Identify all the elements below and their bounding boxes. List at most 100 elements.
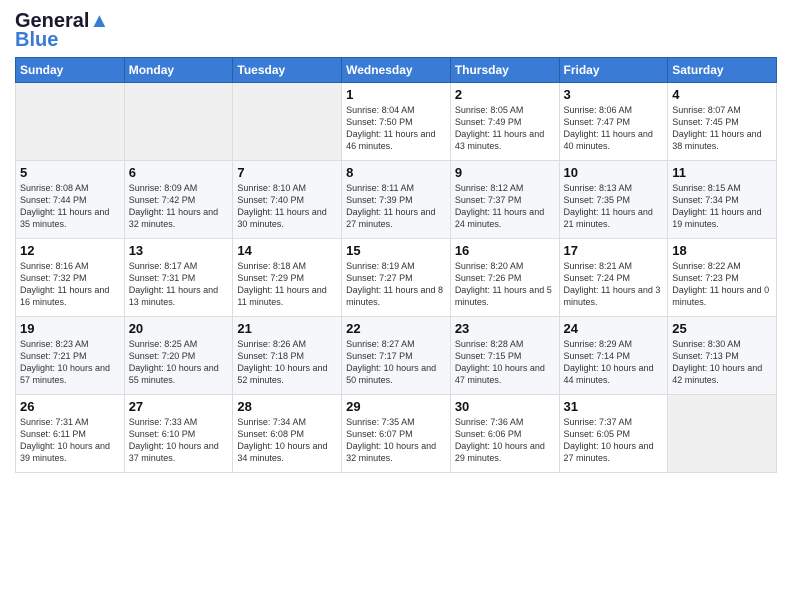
cell-info: Sunrise: 8:15 AMSunset: 7:34 PMDaylight:… xyxy=(672,182,772,231)
day-number: 19 xyxy=(20,321,120,336)
weekday-header-thursday: Thursday xyxy=(450,58,559,83)
day-number: 8 xyxy=(346,165,446,180)
cell-info: Sunrise: 7:33 AMSunset: 6:10 PMDaylight:… xyxy=(129,416,229,465)
cell-info: Sunrise: 8:18 AMSunset: 7:29 PMDaylight:… xyxy=(237,260,337,309)
day-cell: 12 Sunrise: 8:16 AMSunset: 7:32 PMDaylig… xyxy=(16,239,125,317)
cell-info: Sunrise: 7:34 AMSunset: 6:08 PMDaylight:… xyxy=(237,416,337,465)
day-number: 13 xyxy=(129,243,229,258)
cell-info: Sunrise: 8:22 AMSunset: 7:23 PMDaylight:… xyxy=(672,260,772,309)
cell-info: Sunrise: 8:29 AMSunset: 7:14 PMDaylight:… xyxy=(564,338,664,387)
cell-info: Sunrise: 8:28 AMSunset: 7:15 PMDaylight:… xyxy=(455,338,555,387)
day-cell: 1 Sunrise: 8:04 AMSunset: 7:50 PMDayligh… xyxy=(342,83,451,161)
cell-info: Sunrise: 8:26 AMSunset: 7:18 PMDaylight:… xyxy=(237,338,337,387)
day-cell: 13 Sunrise: 8:17 AMSunset: 7:31 PMDaylig… xyxy=(124,239,233,317)
day-number: 11 xyxy=(672,165,772,180)
weekday-header-tuesday: Tuesday xyxy=(233,58,342,83)
day-number: 21 xyxy=(237,321,337,336)
day-number: 28 xyxy=(237,399,337,414)
cell-info: Sunrise: 7:36 AMSunset: 6:06 PMDaylight:… xyxy=(455,416,555,465)
cell-info: Sunrise: 8:17 AMSunset: 7:31 PMDaylight:… xyxy=(129,260,229,309)
cell-info: Sunrise: 8:21 AMSunset: 7:24 PMDaylight:… xyxy=(564,260,664,309)
day-number: 24 xyxy=(564,321,664,336)
day-cell xyxy=(668,395,777,473)
day-number: 30 xyxy=(455,399,555,414)
cell-info: Sunrise: 8:25 AMSunset: 7:20 PMDaylight:… xyxy=(129,338,229,387)
day-cell: 19 Sunrise: 8:23 AMSunset: 7:21 PMDaylig… xyxy=(16,317,125,395)
cell-info: Sunrise: 7:35 AMSunset: 6:07 PMDaylight:… xyxy=(346,416,446,465)
day-cell: 25 Sunrise: 8:30 AMSunset: 7:13 PMDaylig… xyxy=(668,317,777,395)
day-number: 26 xyxy=(20,399,120,414)
day-cell: 17 Sunrise: 8:21 AMSunset: 7:24 PMDaylig… xyxy=(559,239,668,317)
day-cell: 23 Sunrise: 8:28 AMSunset: 7:15 PMDaylig… xyxy=(450,317,559,395)
cell-info: Sunrise: 7:37 AMSunset: 6:05 PMDaylight:… xyxy=(564,416,664,465)
weekday-header-saturday: Saturday xyxy=(668,58,777,83)
day-cell: 24 Sunrise: 8:29 AMSunset: 7:14 PMDaylig… xyxy=(559,317,668,395)
day-number: 1 xyxy=(346,87,446,102)
day-number: 3 xyxy=(564,87,664,102)
week-row-2: 12 Sunrise: 8:16 AMSunset: 7:32 PMDaylig… xyxy=(16,239,777,317)
day-cell: 26 Sunrise: 7:31 AMSunset: 6:11 PMDaylig… xyxy=(16,395,125,473)
day-number: 2 xyxy=(455,87,555,102)
day-number: 14 xyxy=(237,243,337,258)
day-number: 31 xyxy=(564,399,664,414)
cell-info: Sunrise: 8:30 AMSunset: 7:13 PMDaylight:… xyxy=(672,338,772,387)
day-number: 17 xyxy=(564,243,664,258)
day-cell: 18 Sunrise: 8:22 AMSunset: 7:23 PMDaylig… xyxy=(668,239,777,317)
day-number: 10 xyxy=(564,165,664,180)
week-row-4: 26 Sunrise: 7:31 AMSunset: 6:11 PMDaylig… xyxy=(16,395,777,473)
weekday-header-row: SundayMondayTuesdayWednesdayThursdayFrid… xyxy=(16,58,777,83)
day-cell xyxy=(16,83,125,161)
day-cell: 14 Sunrise: 8:18 AMSunset: 7:29 PMDaylig… xyxy=(233,239,342,317)
cell-info: Sunrise: 8:23 AMSunset: 7:21 PMDaylight:… xyxy=(20,338,120,387)
day-cell: 15 Sunrise: 8:19 AMSunset: 7:27 PMDaylig… xyxy=(342,239,451,317)
day-cell: 10 Sunrise: 8:13 AMSunset: 7:35 PMDaylig… xyxy=(559,161,668,239)
day-number: 22 xyxy=(346,321,446,336)
cell-info: Sunrise: 8:09 AMSunset: 7:42 PMDaylight:… xyxy=(129,182,229,231)
day-number: 25 xyxy=(672,321,772,336)
day-cell: 4 Sunrise: 8:07 AMSunset: 7:45 PMDayligh… xyxy=(668,83,777,161)
logo: General▲ Blue xyxy=(15,10,109,51)
day-number: 16 xyxy=(455,243,555,258)
day-cell: 2 Sunrise: 8:05 AMSunset: 7:49 PMDayligh… xyxy=(450,83,559,161)
weekday-header-friday: Friday xyxy=(559,58,668,83)
cell-info: Sunrise: 8:13 AMSunset: 7:35 PMDaylight:… xyxy=(564,182,664,231)
cell-info: Sunrise: 7:31 AMSunset: 6:11 PMDaylight:… xyxy=(20,416,120,465)
day-cell: 7 Sunrise: 8:10 AMSunset: 7:40 PMDayligh… xyxy=(233,161,342,239)
day-cell: 31 Sunrise: 7:37 AMSunset: 6:05 PMDaylig… xyxy=(559,395,668,473)
cell-info: Sunrise: 8:11 AMSunset: 7:39 PMDaylight:… xyxy=(346,182,446,231)
cell-info: Sunrise: 8:20 AMSunset: 7:26 PMDaylight:… xyxy=(455,260,555,309)
day-cell: 3 Sunrise: 8:06 AMSunset: 7:47 PMDayligh… xyxy=(559,83,668,161)
day-number: 9 xyxy=(455,165,555,180)
day-number: 7 xyxy=(237,165,337,180)
day-number: 29 xyxy=(346,399,446,414)
cell-info: Sunrise: 8:19 AMSunset: 7:27 PMDaylight:… xyxy=(346,260,446,309)
cell-info: Sunrise: 8:27 AMSunset: 7:17 PMDaylight:… xyxy=(346,338,446,387)
cell-info: Sunrise: 8:07 AMSunset: 7:45 PMDaylight:… xyxy=(672,104,772,153)
day-cell: 27 Sunrise: 7:33 AMSunset: 6:10 PMDaylig… xyxy=(124,395,233,473)
day-cell: 20 Sunrise: 8:25 AMSunset: 7:20 PMDaylig… xyxy=(124,317,233,395)
cell-info: Sunrise: 8:10 AMSunset: 7:40 PMDaylight:… xyxy=(237,182,337,231)
day-cell: 28 Sunrise: 7:34 AMSunset: 6:08 PMDaylig… xyxy=(233,395,342,473)
day-number: 23 xyxy=(455,321,555,336)
cell-info: Sunrise: 8:16 AMSunset: 7:32 PMDaylight:… xyxy=(20,260,120,309)
week-row-1: 5 Sunrise: 8:08 AMSunset: 7:44 PMDayligh… xyxy=(16,161,777,239)
day-cell: 29 Sunrise: 7:35 AMSunset: 6:07 PMDaylig… xyxy=(342,395,451,473)
day-number: 6 xyxy=(129,165,229,180)
day-cell: 6 Sunrise: 8:09 AMSunset: 7:42 PMDayligh… xyxy=(124,161,233,239)
day-cell: 9 Sunrise: 8:12 AMSunset: 7:37 PMDayligh… xyxy=(450,161,559,239)
day-cell xyxy=(124,83,233,161)
day-number: 18 xyxy=(672,243,772,258)
weekday-header-wednesday: Wednesday xyxy=(342,58,451,83)
header: General▲ Blue xyxy=(15,10,777,51)
cell-info: Sunrise: 8:05 AMSunset: 7:49 PMDaylight:… xyxy=(455,104,555,153)
day-cell: 5 Sunrise: 8:08 AMSunset: 7:44 PMDayligh… xyxy=(16,161,125,239)
calendar-table: SundayMondayTuesdayWednesdayThursdayFrid… xyxy=(15,57,777,473)
weekday-header-sunday: Sunday xyxy=(16,58,125,83)
logo-blue: Blue xyxy=(15,29,109,51)
day-cell: 8 Sunrise: 8:11 AMSunset: 7:39 PMDayligh… xyxy=(342,161,451,239)
day-cell: 22 Sunrise: 8:27 AMSunset: 7:17 PMDaylig… xyxy=(342,317,451,395)
calendar-container: General▲ Blue SundayMondayTuesdayWednesd… xyxy=(0,0,792,478)
cell-info: Sunrise: 8:04 AMSunset: 7:50 PMDaylight:… xyxy=(346,104,446,153)
day-number: 20 xyxy=(129,321,229,336)
cell-info: Sunrise: 8:06 AMSunset: 7:47 PMDaylight:… xyxy=(564,104,664,153)
